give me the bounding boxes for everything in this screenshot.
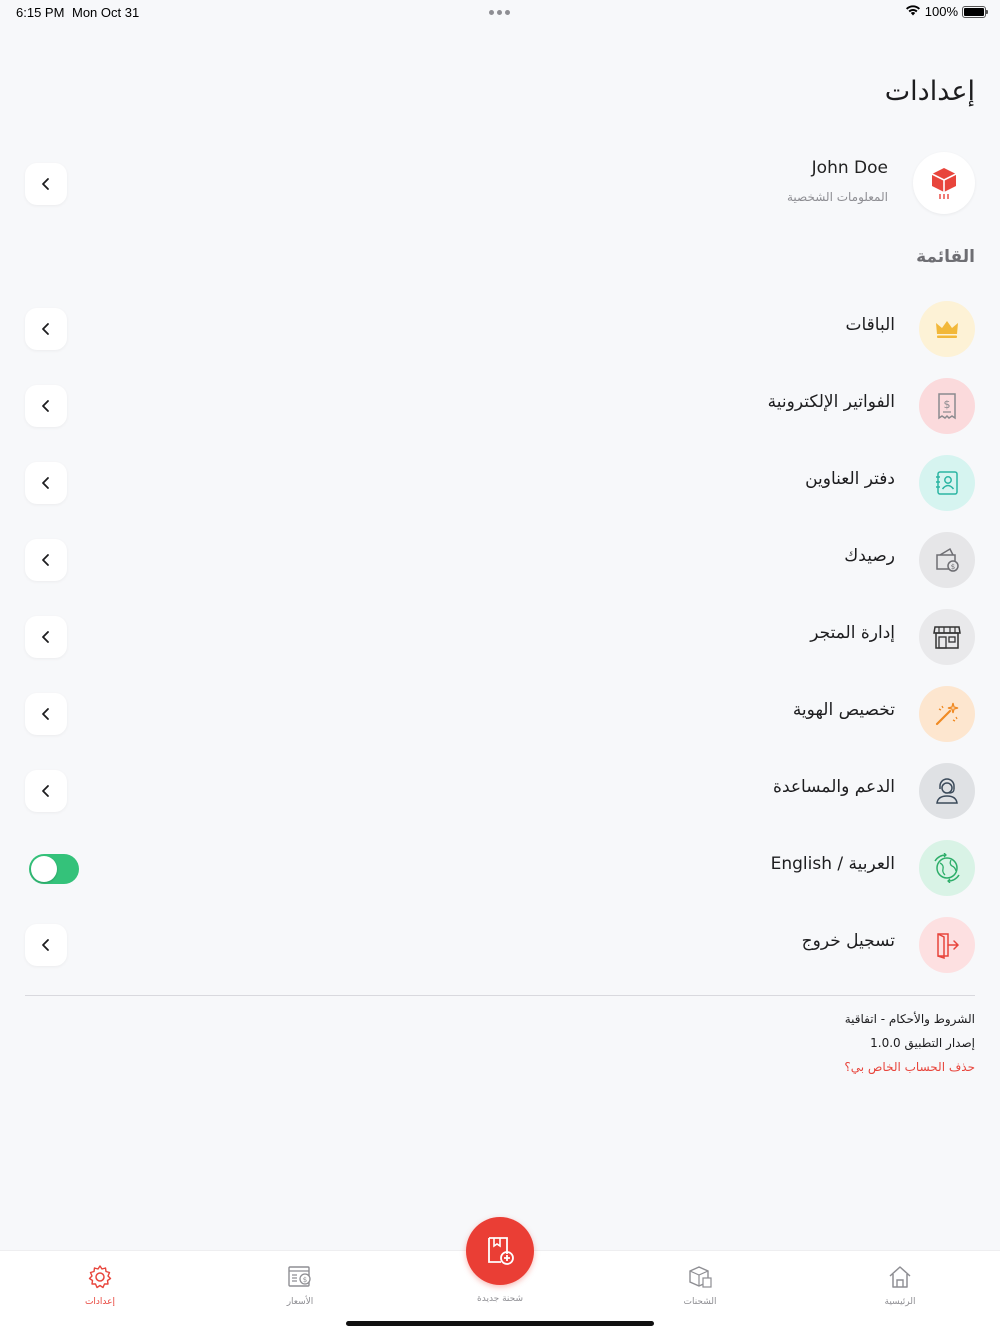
chevron-left-icon (42, 785, 49, 797)
store-icon (919, 609, 975, 665)
terms-link[interactable]: الشروط والأحكام - اتفاقية (845, 1012, 975, 1026)
tab-label: الشحنات (683, 1297, 717, 1307)
chevron-button[interactable] (25, 693, 67, 735)
tab-home[interactable]: الرئيسية (840, 1263, 960, 1307)
status-bar: 6:15 PM Mon Oct 31 100% (0, 0, 1000, 24)
chevron-left-icon (42, 708, 49, 720)
svg-text:$: $ (303, 1276, 307, 1284)
menu-item-brand-customization[interactable]: تخصيص الهوية (25, 686, 975, 742)
chevron-left-icon (42, 939, 49, 951)
page-title: إعدادات (884, 76, 975, 107)
tab-label: الأسعار (286, 1297, 314, 1307)
profile-subtitle: المعلومات الشخصية (787, 190, 888, 204)
logout-icon (919, 917, 975, 973)
wifi-icon (905, 4, 921, 19)
menu-item-label: تخصيص الهوية (792, 700, 895, 720)
gear-icon (88, 1265, 112, 1289)
menu-item-label: العربية / English (770, 854, 895, 874)
language-toggle[interactable] (29, 854, 79, 884)
chevron-left-icon (42, 554, 49, 566)
wallet-icon: $ (919, 532, 975, 588)
menu-item-label: الدعم والمساعدة (773, 777, 895, 797)
svg-text:$: $ (951, 563, 955, 571)
status-date: Mon Oct 31 (72, 5, 140, 20)
home-icon (889, 1266, 911, 1288)
chevron-left-icon (42, 631, 49, 643)
new-shipment-button[interactable] (466, 1217, 534, 1285)
chevron-left-icon (42, 477, 49, 489)
price-list-icon: $ (288, 1266, 311, 1287)
multitasking-dots-icon[interactable] (489, 10, 510, 15)
menu-item-store-management[interactable]: إدارة المتجر (25, 609, 975, 665)
chevron-button[interactable] (25, 770, 67, 812)
chevron-button[interactable] (25, 462, 67, 504)
status-indicators: 100% (905, 4, 988, 19)
app-version: إصدار التطبيق 1.0.0 (870, 1036, 975, 1050)
magic-wand-icon (919, 686, 975, 742)
menu-item-packages[interactable]: الباقات (25, 301, 975, 357)
chevron-button[interactable] (25, 924, 67, 966)
menu-item-balance[interactable]: $ رصيدك (25, 532, 975, 588)
profile-name: John Doe (811, 158, 888, 178)
chevron-button[interactable] (25, 616, 67, 658)
tab-settings[interactable]: إعدادات (40, 1263, 160, 1307)
divider (25, 995, 975, 996)
battery-icon (962, 5, 988, 18)
new-shipment-icon (488, 1237, 514, 1265)
invoice-icon: $ (919, 378, 975, 434)
menu-item-label: الفواتير الإلكترونية (767, 392, 895, 412)
delete-account-link[interactable]: حذف الحساب الخاص بي؟ (844, 1060, 975, 1074)
profile-chevron-button[interactable] (25, 163, 67, 205)
menu-item-language[interactable]: العربية / English (25, 840, 975, 896)
menu-item-label: الباقات (845, 315, 895, 335)
chevron-left-icon (42, 400, 49, 412)
svg-text:$: $ (944, 398, 951, 411)
battery-percent: 100% (924, 4, 958, 19)
toggle-knob (31, 856, 57, 882)
menu-item-label: تسجيل خروج (801, 931, 895, 951)
crown-icon (919, 301, 975, 357)
status-time: 6:15 PM (16, 5, 65, 20)
menu-item-label: رصيدك (844, 546, 895, 566)
menu-item-support[interactable]: الدعم والمساعدة (25, 763, 975, 819)
language-globe-icon (919, 840, 975, 896)
menu-section-title: القائمة (916, 247, 975, 267)
chevron-left-icon (42, 178, 49, 190)
tab-prices[interactable]: $ الأسعار (240, 1263, 360, 1307)
menu-item-label: دفتر العناوين (805, 469, 895, 489)
chevron-button[interactable] (25, 385, 67, 427)
menu-item-address-book[interactable]: دفتر العناوين (25, 455, 975, 511)
cube-logo-icon (913, 152, 975, 214)
menu-item-logout[interactable]: تسجيل خروج (25, 917, 975, 973)
boxes-icon (689, 1266, 712, 1288)
menu-item-invoices[interactable]: $ الفواتير الإلكترونية (25, 378, 975, 434)
new-shipment-label: شحنة جديدة (477, 1294, 523, 1304)
tab-shipments[interactable]: الشحنات (640, 1263, 760, 1307)
tab-label: إعدادات (84, 1297, 116, 1307)
chevron-left-icon (42, 323, 49, 335)
menu-item-label: إدارة المتجر (810, 623, 895, 643)
home-indicator (346, 1321, 654, 1326)
chevron-button[interactable] (25, 308, 67, 350)
profile-row[interactable]: John Doe المعلومات الشخصية (25, 152, 975, 216)
tab-label: الرئيسية (884, 1297, 916, 1307)
chevron-button[interactable] (25, 539, 67, 581)
support-agent-icon (919, 763, 975, 819)
address-book-icon (919, 455, 975, 511)
